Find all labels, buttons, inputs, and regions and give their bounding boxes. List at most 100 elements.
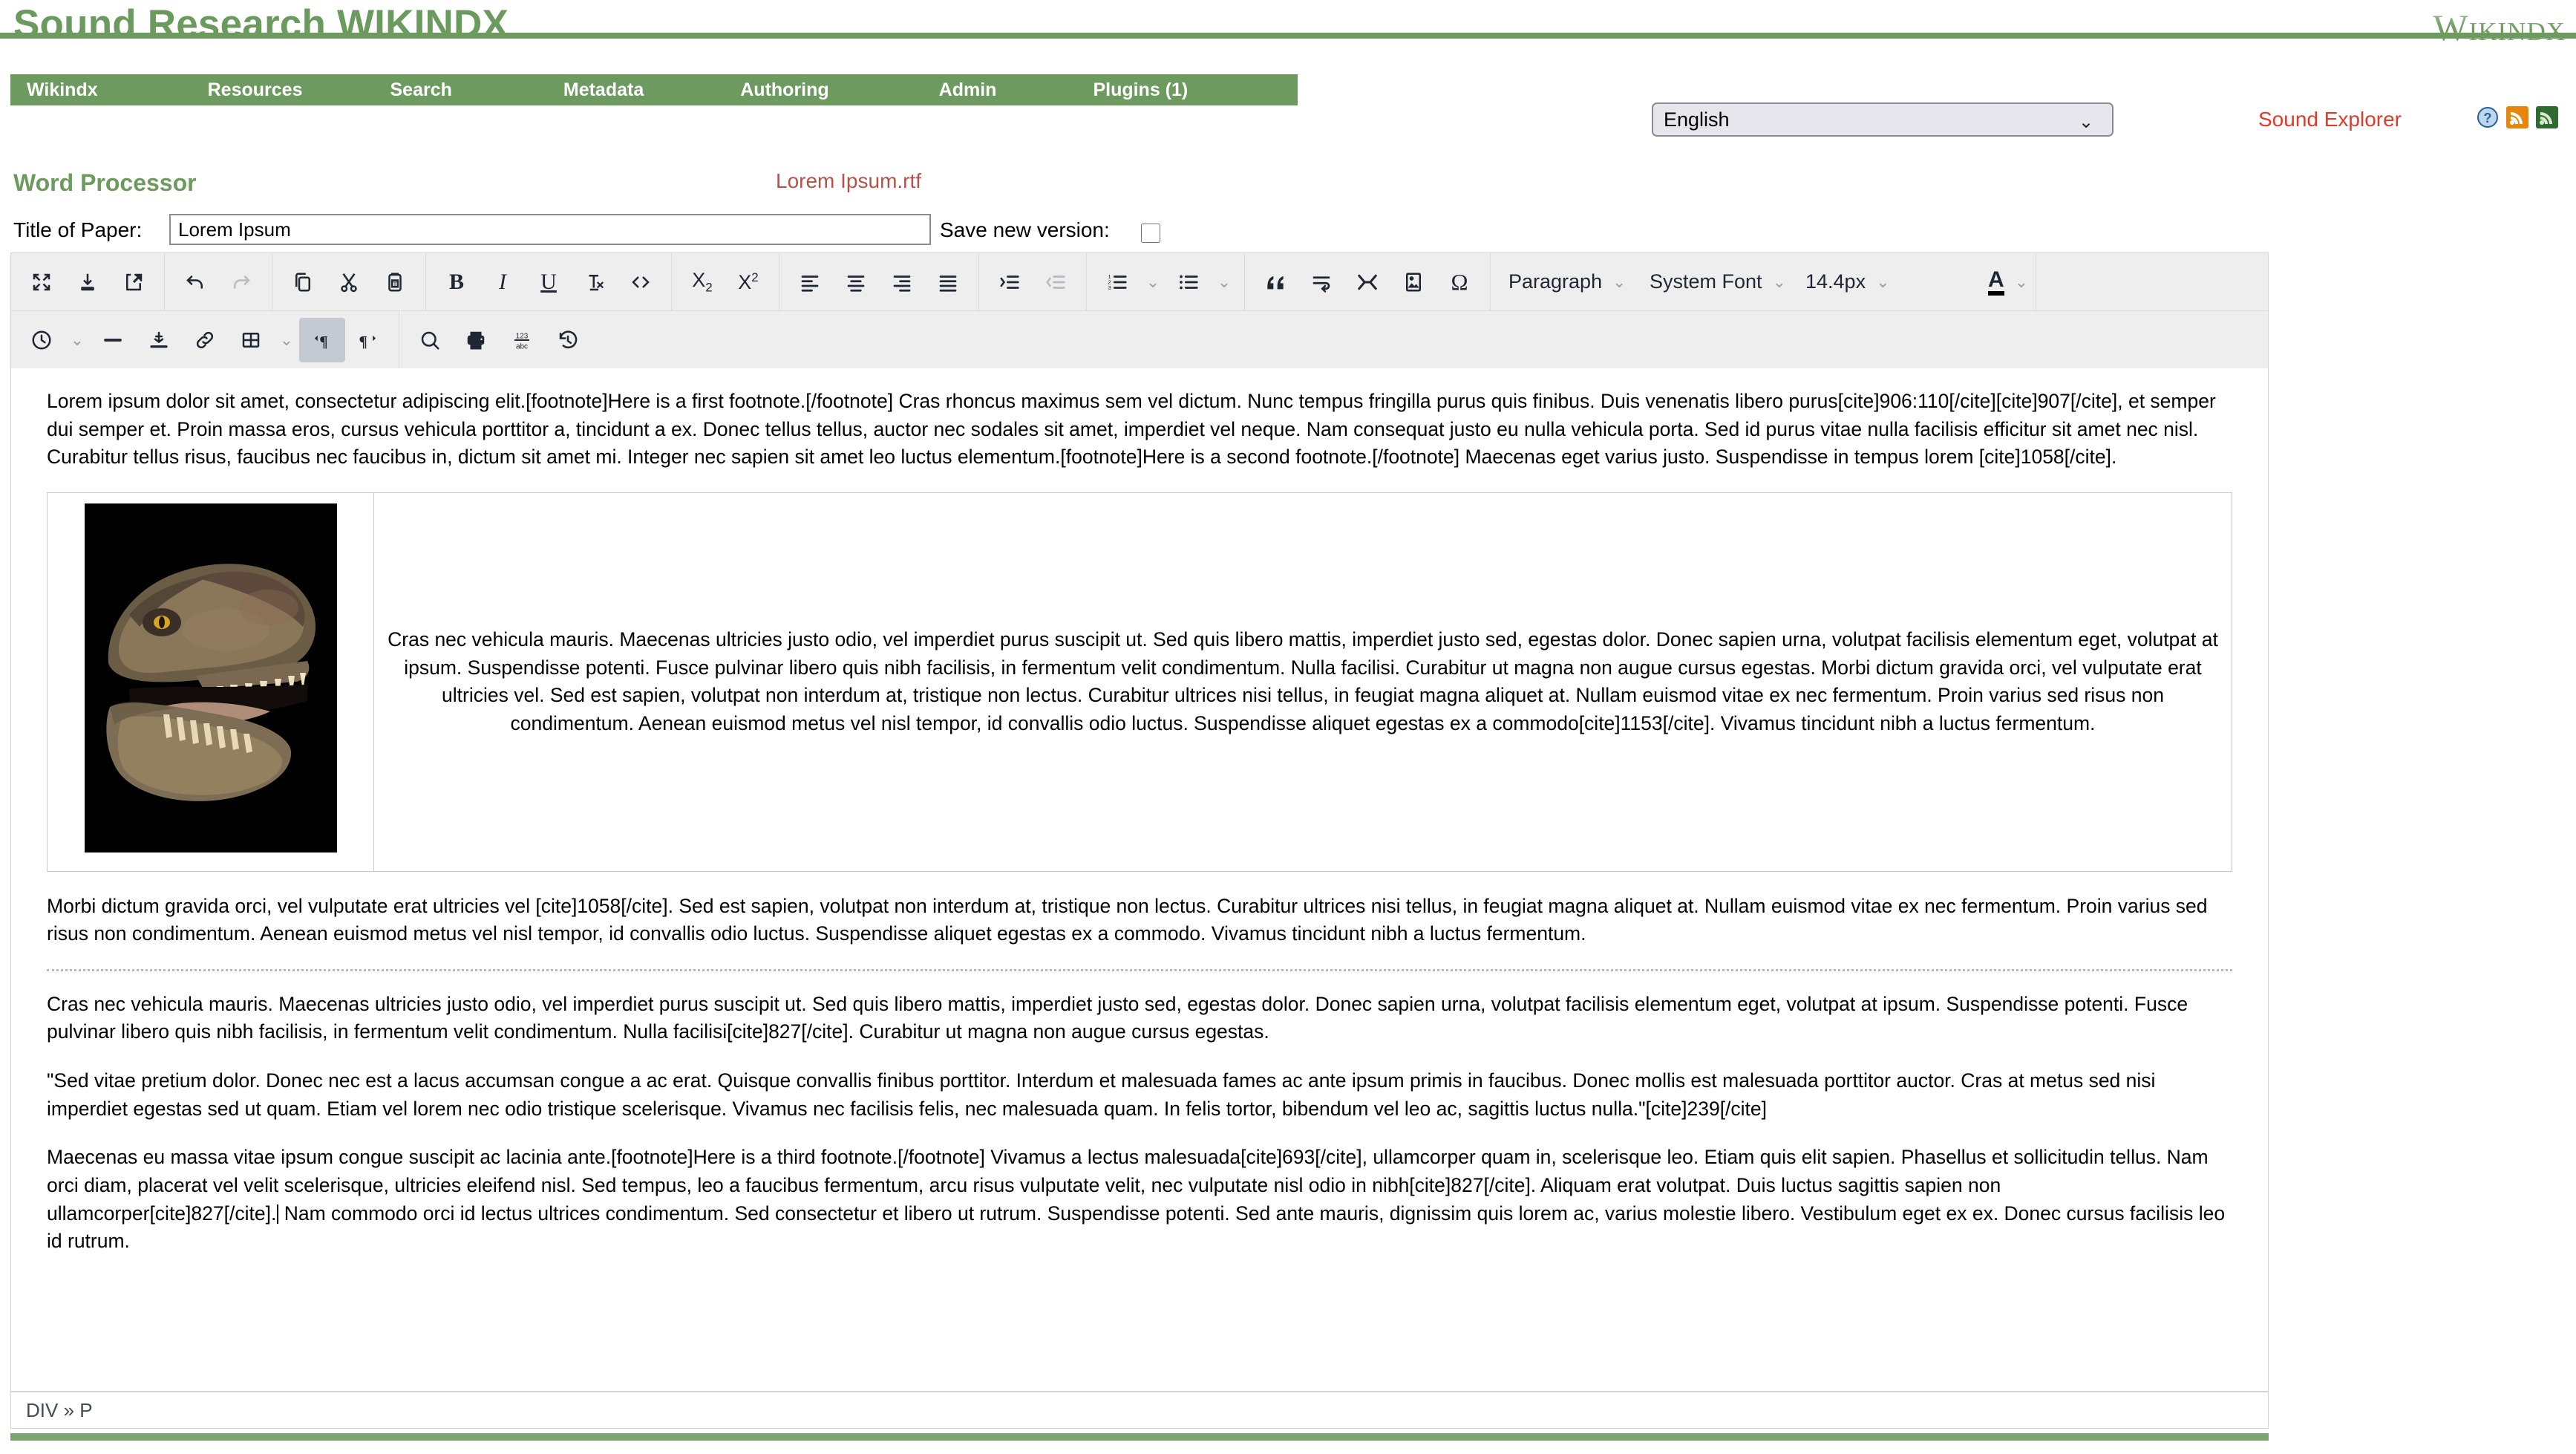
svg-text:¶: ¶ [359,333,367,351]
cut-icon[interactable] [326,260,372,304]
save-new-version-checkbox[interactable] [1141,224,1160,243]
toolbar-group-tools: ⌄ ⌄ ¶ ¶ [11,311,399,369]
table-cell-image[interactable] [48,492,374,871]
align-right-icon[interactable] [879,260,925,304]
indent-icon[interactable] [987,260,1033,304]
paragraph-text-part-2: Nam commodo orci id lectus ultrices cond… [47,1202,2225,1253]
nav-item-search[interactable]: Search [390,79,451,101]
toolbar-group-clipboard: T [272,253,426,310]
outdent-icon[interactable] [1033,260,1079,304]
blockquote-icon[interactable] [1252,260,1298,304]
editor-content-area[interactable]: Lorem ipsum dolor sit amet, consectetur … [10,368,2269,1392]
toolbar-row-1: T B I U X2 X2 [11,253,2268,311]
main-navigation: Wikindx Resources Search Metadata Author… [0,74,2576,113]
chevron-down-icon: ⌄ [1612,273,1626,292]
nav-item-metadata[interactable]: Metadata [563,79,644,101]
font-size-label: 14.4px [1805,270,1866,293]
font-size-dropdown[interactable]: 14.4px ⌄ [1795,260,1973,304]
print-icon[interactable] [453,318,499,362]
element-path-breadcrumb[interactable]: DIV » P [26,1399,93,1422]
file-name-label: Lorem Ipsum.rtf [776,169,921,193]
sound-explorer-link[interactable]: Sound Explorer [2258,108,2402,131]
insert-file-icon[interactable] [136,318,182,362]
line-break-icon[interactable] [1298,260,1344,304]
source-code-icon[interactable] [618,260,664,304]
toolbar-group-basic-styles: B I U [426,253,672,310]
copy-icon[interactable] [280,260,326,304]
document-table[interactable]: Cras nec vehicula mauris. Maecenas ultri… [47,492,2232,872]
header-divider [0,33,2576,39]
italic-icon[interactable]: I [480,260,526,304]
bold-icon[interactable]: B [434,260,480,304]
undo-icon[interactable] [172,260,218,304]
font-family-dropdown[interactable]: System Font ⌄ [1639,260,1795,304]
editor-status-bar: DIV » P [10,1392,2269,1429]
insert-table-chevron-down-icon[interactable]: ⌄ [274,318,299,362]
title-of-paper-input[interactable] [169,214,931,245]
toolbar-group-scripts: X2 X2 [672,253,779,310]
font-color-dropdown[interactable]: A ⌄ [1973,260,2028,304]
align-center-icon[interactable] [833,260,879,304]
insert-image-icon[interactable] [1390,260,1436,304]
text-cursor [277,1204,278,1224]
page-break-icon[interactable] [1344,260,1390,304]
chevron-down-icon: ⌄ [2015,273,2028,292]
document-paragraph: Cras nec vehicula mauris. Maecenas ultri… [47,991,2232,1046]
help-icon[interactable]: ? [2477,106,2499,128]
underline-icon[interactable]: U [526,260,572,304]
find-replace-icon[interactable] [407,318,453,362]
numbered-list-chevron-down-icon[interactable]: ⌄ [1140,260,1166,304]
special-character-icon[interactable]: Ω [1436,260,1482,304]
nav-item-resources[interactable]: Resources [208,79,303,101]
revision-history-icon[interactable] [545,318,591,362]
language-select[interactable]: English [1652,102,2114,137]
rss-orange-icon[interactable] [2506,106,2528,128]
site-title: Sound Research WIKINDX [13,1,509,47]
numbered-list-icon[interactable]: 123 [1094,260,1140,304]
trex-head-image [85,503,337,852]
footer-divider [10,1433,2269,1441]
bulleted-list-icon[interactable] [1166,260,1212,304]
paragraph-style-label: Paragraph [1508,270,1602,293]
save-icon[interactable] [65,260,111,304]
toolbar-group-alignment [779,253,979,310]
document-paragraph: Morbi dictum gravida orci, vel vulputate… [47,893,2232,948]
nav-bar: Wikindx Resources Search Metadata Author… [10,74,1298,105]
rss-green-icon[interactable] [2536,106,2558,128]
paragraph-style-dropdown[interactable]: Paragraph ⌄ [1498,260,1639,304]
direction-rtl-icon[interactable]: ¶ [345,318,391,362]
paste-text-icon[interactable]: T [372,260,418,304]
bulleted-list-chevron-down-icon[interactable]: ⌄ [1212,260,1237,304]
insert-link-icon[interactable] [182,318,228,362]
insert-table-icon[interactable] [228,318,274,362]
toolbar-group-indent [979,253,1087,310]
editor-toolbar: T B I U X2 X2 [10,252,2269,370]
toolbar-group-document [11,253,165,310]
font-color-label: A [1988,269,2004,296]
title-of-paper-label: Title of Paper: [13,218,142,242]
superscript-icon[interactable]: X2 [725,260,771,304]
chevron-down-icon: ⌄ [1773,273,1786,292]
align-left-icon[interactable] [787,260,833,304]
document-paragraph: "Sed vitae pretium dolor. Donec nec est … [47,1067,2232,1123]
redo-icon[interactable] [218,260,264,304]
nav-item-plugins[interactable]: Plugins (1) [1093,79,1188,101]
document-paragraph: Lorem ipsum dolor sit amet, consectetur … [47,388,2232,472]
export-icon[interactable] [111,260,157,304]
nav-item-admin[interactable]: Admin [939,79,997,101]
subscript-icon[interactable]: X2 [679,260,725,304]
horizontal-rule-icon[interactable] [90,318,136,362]
nav-item-authoring[interactable]: Authoring [740,79,828,101]
word-count-icon[interactable]: 123abc [499,318,545,362]
align-justify-icon[interactable] [925,260,971,304]
table-row: Cras nec vehicula mauris. Maecenas ultri… [48,492,2232,871]
insert-datetime-icon[interactable] [19,318,65,362]
direction-ltr-icon[interactable]: ¶ [299,318,345,362]
table-cell-text[interactable]: Cras nec vehicula mauris. Maecenas ultri… [374,492,2232,871]
remove-format-icon[interactable] [572,260,618,304]
insert-datetime-chevron-down-icon[interactable]: ⌄ [65,318,90,362]
chevron-down-icon: ⌄ [1876,273,1889,292]
fullscreen-icon[interactable] [19,260,65,304]
nav-item-wikindx[interactable]: Wikindx [27,79,98,101]
wikindx-logo: Wikindx [2433,6,2566,49]
